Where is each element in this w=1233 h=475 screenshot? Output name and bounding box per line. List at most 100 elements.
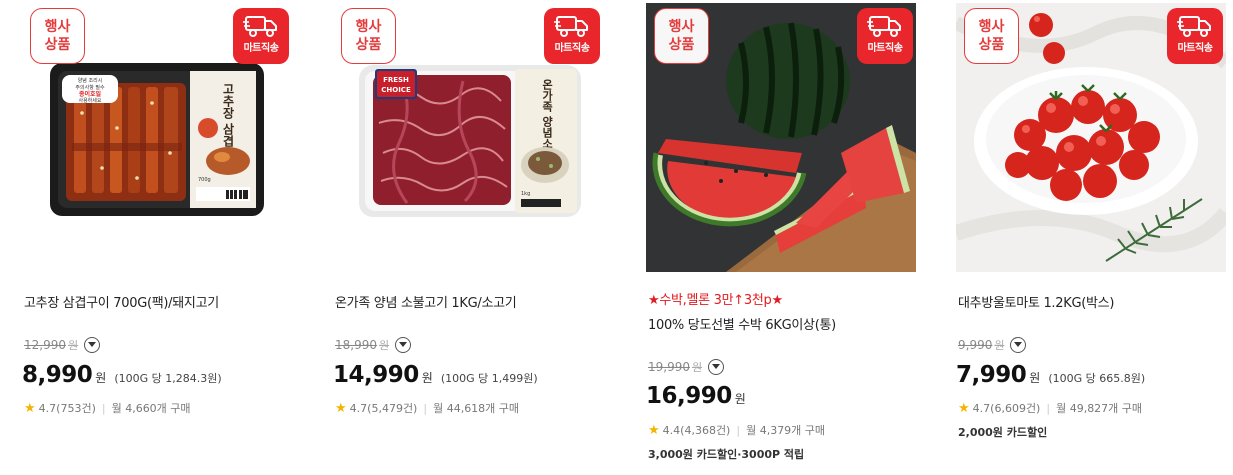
original-price-value: 9,990: [958, 338, 993, 352]
currency-label: 원: [994, 339, 1005, 352]
monthly-purchases: 월 44,618개 구매: [433, 402, 520, 415]
package-weight-text: 1kg: [521, 191, 530, 197]
product-image[interactable]: FRESH CHOICE 온가족 양념소불고기 1kg 행사 상품 마트직송: [333, 3, 603, 272]
review-count: (5,479건): [367, 402, 418, 415]
review-summary[interactable]: ★ 4.7 (5,479건) | 월 44,618개 구매: [335, 400, 519, 416]
review-summary[interactable]: ★ 4.7 (753건) | 월 4,660개 구매: [24, 400, 191, 416]
product-card[interactable]: FRESH CHOICE 온가족 양념소불고기 1kg 행사 상품 마트직송 온…: [333, 0, 605, 475]
currency-label: 원: [379, 339, 390, 352]
divider: |: [1046, 401, 1051, 415]
product-card[interactable]: 행사 상품 마트직송 대추방울토마토 1.2KG(박스) 9,990 원 7,9…: [956, 0, 1228, 475]
sale-price-value: 8,990: [22, 362, 93, 388]
star-icon: ★: [24, 400, 36, 416]
product-image[interactable]: 행사 상품 마트직송: [956, 3, 1226, 272]
event-product-badge: 행사 상품: [964, 8, 1019, 64]
brand-text: FRESH: [383, 76, 409, 84]
sale-price: 8,990 원 (100G 당 1,284.3원): [22, 362, 222, 388]
card-discount-benefit: 2,000원 카드할인: [958, 426, 1048, 439]
star-icon: ★: [958, 400, 970, 416]
sale-price-value: 7,990: [956, 362, 1027, 388]
original-price: 9,990 원: [958, 337, 1027, 353]
product-image[interactable]: 행사 상품 마트직송: [646, 3, 916, 272]
star-icon: ★: [335, 400, 347, 416]
sale-price-value: 16,990: [646, 383, 732, 409]
chevron-down-icon: [88, 342, 97, 347]
original-price-value: 18,990: [335, 338, 377, 352]
review-count: (753건): [56, 402, 96, 415]
rating-value: 4.4: [662, 423, 681, 437]
review-count: (4,368건): [680, 424, 731, 437]
chevron-down-icon: [712, 364, 721, 369]
product-name[interactable]: 고추장 삼겹구이 700G(팩)/돼지고기: [24, 292, 219, 311]
sale-price-value: 14,990: [333, 362, 419, 388]
promo-label: ★수박,멜론 3만↑3천p★: [648, 293, 783, 308]
price-detail-toggle[interactable]: [708, 359, 725, 375]
unit-price: (100G 당 1,284.3원): [114, 372, 222, 385]
event-product-badge: 행사 상품: [341, 8, 396, 64]
product-name[interactable]: 100% 당도선별 수박 6KG이상(통): [648, 314, 836, 333]
unit-price: (100G 당 1,499원): [440, 372, 538, 385]
card-discount-benefit: 3,000원 카드할인·3000P 적립: [648, 448, 805, 461]
monthly-purchases: 월 49,827개 구매: [1056, 402, 1143, 415]
badge-text: 마트직송: [1177, 43, 1213, 54]
review-summary[interactable]: ★ 4.7 (6,609건) | 월 49,827개 구매: [958, 400, 1142, 416]
product-image[interactable]: 양념 조리시 주의사항 필수 종이호일 사용하세요 고추장 삼겹구이 700g …: [22, 3, 292, 272]
monthly-purchases: 월 4,660개 구매: [111, 402, 191, 415]
rating-value: 4.7: [972, 401, 991, 415]
unit-price: (100G 당 665.8원): [1048, 372, 1146, 385]
original-price-value: 19,990: [648, 360, 690, 374]
truck-icon: [1177, 16, 1211, 37]
original-price: 12,990 원: [24, 337, 101, 353]
brand-text: CHOICE: [381, 86, 411, 94]
currency-label: 원: [95, 371, 107, 385]
product-name[interactable]: 대추방울토마토 1.2KG(박스): [958, 292, 1114, 311]
rating-value: 4.7: [349, 401, 368, 415]
event-product-badge: 행사 상품: [654, 8, 709, 64]
sale-price: 16,990 원: [646, 383, 746, 409]
sale-price: 7,990 원 (100G 당 665.8원): [956, 362, 1145, 388]
badge-text: 상품: [44, 37, 71, 53]
sticker-text: 양념 조리시: [78, 77, 103, 84]
truck-icon: [554, 16, 588, 37]
monthly-purchases: 월 4,379개 구매: [746, 424, 826, 437]
currency-label: 원: [68, 339, 79, 352]
divider: |: [736, 423, 741, 437]
badge-text: 행사: [978, 19, 1005, 35]
badge-text: 마트직송: [554, 43, 590, 54]
badge-text: 마트직송: [243, 43, 279, 54]
chevron-down-icon: [399, 342, 408, 347]
price-detail-toggle[interactable]: [1010, 337, 1027, 353]
rating-value: 4.7: [38, 401, 57, 415]
package-weight-text: 700g: [198, 177, 211, 183]
product-card[interactable]: 행사 상품 마트직송 ★수박,멜론 3만↑3천p★ 100% 당도선별 수박 6…: [646, 0, 918, 475]
badge-text: 행사: [44, 19, 71, 35]
badge-text: 상품: [355, 37, 382, 53]
truck-icon: [867, 16, 901, 37]
price-detail-toggle[interactable]: [395, 337, 412, 353]
truck-icon: [243, 16, 277, 37]
chevron-down-icon: [1014, 342, 1023, 347]
currency-label: 원: [734, 392, 746, 406]
sticker-text: 주의사항 필수: [75, 84, 105, 91]
product-name[interactable]: 온가족 양념 소불고기 1KG/소고기: [335, 292, 517, 311]
divider: |: [423, 401, 428, 415]
review-count: (6,609건): [990, 402, 1041, 415]
event-product-badge: 행사 상품: [30, 8, 85, 64]
badge-text: 행사: [668, 19, 695, 35]
mart-direct-badge: 마트직송: [1167, 8, 1223, 64]
sticker-text: 종이호일: [79, 90, 102, 98]
original-price-value: 12,990: [24, 338, 66, 352]
review-summary[interactable]: ★ 4.4 (4,368건) | 월 4,379개 구매: [648, 422, 825, 438]
currency-label: 원: [421, 371, 433, 385]
mart-direct-badge: 마트직송: [233, 8, 289, 64]
sale-price: 14,990 원 (100G 당 1,499원): [333, 362, 538, 388]
original-price: 19,990 원: [648, 359, 725, 375]
badge-text: 상품: [978, 37, 1005, 53]
badge-text: 상품: [668, 37, 695, 53]
currency-label: 원: [692, 361, 703, 374]
product-card[interactable]: 양념 조리시 주의사항 필수 종이호일 사용하세요 고추장 삼겹구이 700g …: [22, 0, 294, 475]
original-price: 18,990 원: [335, 337, 412, 353]
price-detail-toggle[interactable]: [84, 337, 101, 353]
badge-text: 마트직송: [867, 43, 903, 54]
divider: |: [101, 401, 106, 415]
